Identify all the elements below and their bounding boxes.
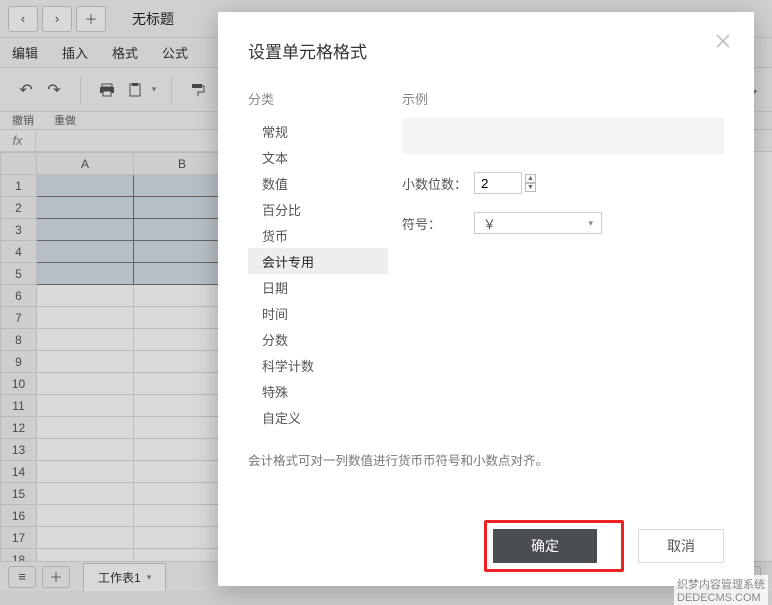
spinner-down-button[interactable]: ▼ (525, 183, 536, 192)
symbol-row: 符号： ￥ ▾ (402, 212, 724, 234)
ok-highlight: 确定 (484, 520, 624, 572)
category-item[interactable]: 日期 (248, 274, 388, 300)
category-item[interactable]: 科学计数 (248, 352, 388, 378)
category-item[interactable]: 会计专用 (248, 248, 388, 274)
decimal-spinner: ▲ ▼ (525, 174, 536, 192)
category-item[interactable]: 自定义 (248, 404, 388, 430)
symbol-label: 符号： (402, 214, 474, 233)
format-description: 会计格式可对一列数值进行货币币符号和小数点对齐。 (248, 450, 548, 469)
dialog-footer: 确定 取消 (218, 506, 754, 586)
decimal-places-row: 小数位数： ▲ ▼ (402, 172, 724, 194)
close-icon (716, 34, 730, 48)
category-label: 分类 (248, 89, 388, 108)
watermark: 织梦内容管理系统 DEDECMS.COM (674, 575, 768, 605)
decimal-places-label: 小数位数： (402, 174, 474, 193)
symbol-select[interactable]: ￥ ▾ (474, 212, 602, 234)
chevron-down-icon: ▾ (588, 218, 593, 229)
cancel-button[interactable]: 取消 (638, 529, 724, 563)
ok-button[interactable]: 确定 (493, 529, 597, 563)
cell-format-dialog: 设置单元格格式 分类 常规文本数值百分比货币会计专用日期时间分数科学计数特殊自定… (218, 12, 754, 586)
dialog-title: 设置单元格格式 (248, 38, 724, 63)
category-item[interactable]: 数值 (248, 170, 388, 196)
decimal-places-input[interactable] (474, 172, 522, 194)
category-item[interactable]: 时间 (248, 300, 388, 326)
category-list: 常规文本数值百分比货币会计专用日期时间分数科学计数特殊自定义 (248, 118, 388, 430)
category-item[interactable]: 特殊 (248, 378, 388, 404)
category-item[interactable]: 文本 (248, 144, 388, 170)
symbol-select-value: ￥ (483, 214, 496, 233)
example-label: 示例 (402, 89, 724, 108)
dialog-close-button[interactable] (716, 34, 730, 51)
category-item[interactable]: 分数 (248, 326, 388, 352)
spinner-up-button[interactable]: ▲ (525, 174, 536, 183)
category-item[interactable]: 货币 (248, 222, 388, 248)
category-item[interactable]: 常规 (248, 118, 388, 144)
category-item[interactable]: 百分比 (248, 196, 388, 222)
format-preview (402, 118, 724, 154)
